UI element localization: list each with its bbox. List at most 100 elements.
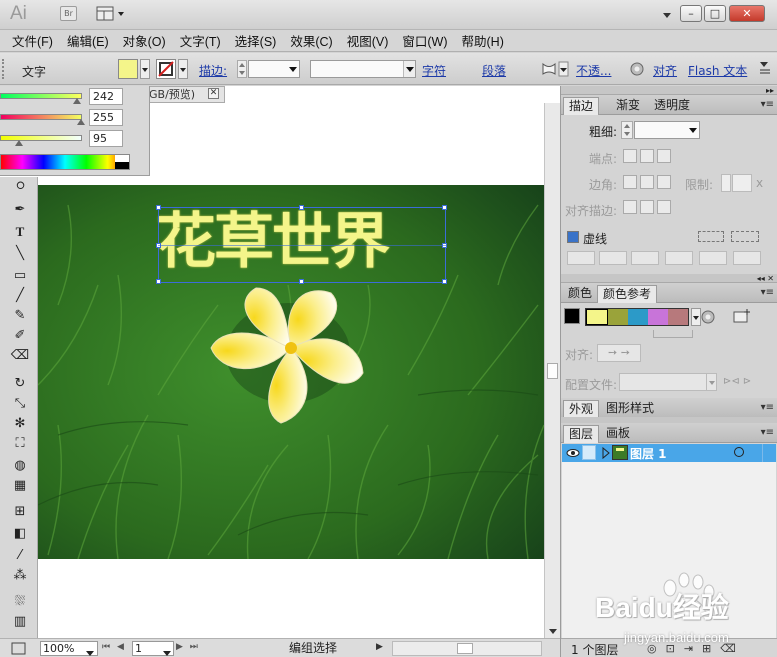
- rotate-tool-icon[interactable]: ↻: [10, 375, 30, 393]
- edit-colors-icon[interactable]: [699, 308, 717, 329]
- envelope-icon[interactable]: [540, 61, 570, 80]
- grass-flower-artwork[interactable]: 花草世界: [38, 185, 544, 559]
- align-outside-button[interactable]: [657, 200, 671, 214]
- save-swatch-group-icon[interactable]: [733, 308, 751, 327]
- control-panel-menu-icon[interactable]: [758, 60, 772, 79]
- blue-slider-thumb[interactable]: [15, 140, 23, 146]
- expand-arrow-icon[interactable]: [601, 446, 611, 463]
- layers-menu-icon[interactable]: ▾≡: [761, 427, 774, 438]
- horizontal-scrollbar[interactable]: [392, 641, 542, 656]
- color-panel-collapse-bar[interactable]: ◂◂ ✕: [561, 274, 777, 283]
- stroke-dropdown[interactable]: [178, 59, 188, 79]
- flash-text-link[interactable]: Flash 文本: [688, 62, 747, 79]
- mesh-tool-icon[interactable]: ⊞: [10, 503, 30, 521]
- tab-transparency[interactable]: 透明度: [649, 97, 695, 115]
- harmony-swatches[interactable]: [585, 308, 689, 326]
- type-tool-icon[interactable]: T: [10, 223, 30, 241]
- warp-tool-icon[interactable]: ✻: [10, 415, 30, 433]
- round-cap-button[interactable]: [640, 149, 654, 163]
- color-guide-menu-icon[interactable]: ▾≡: [761, 287, 774, 298]
- visibility-eye-icon[interactable]: [566, 446, 580, 463]
- layer-name[interactable]: 图层 1: [630, 445, 667, 462]
- artboard-nav-icon[interactable]: [8, 641, 30, 656]
- paintbrush-tool-icon[interactable]: ╱: [10, 287, 30, 305]
- blob-brush-tool-icon[interactable]: ✐: [10, 327, 30, 345]
- symbol-sprayer-tool-icon[interactable]: ⛆: [10, 593, 30, 611]
- menu-type[interactable]: 文字(T): [180, 31, 221, 50]
- font-family-dropdown[interactable]: [310, 60, 416, 78]
- stroke-weight-stepper[interactable]: [237, 60, 247, 78]
- tab-color[interactable]: 颜色: [563, 285, 597, 303]
- dash-gap-fields[interactable]: [567, 251, 767, 265]
- shape-builder-tool-icon[interactable]: ◍: [10, 457, 30, 475]
- artboard-dropdown-arrow[interactable]: [163, 646, 171, 657]
- tab-artboards[interactable]: 画板: [601, 425, 635, 443]
- zoom-dropdown-arrow[interactable]: [86, 646, 94, 657]
- vertical-scrollbar[interactable]: [544, 103, 560, 638]
- collapse-icon[interactable]: ▸▸: [766, 86, 774, 95]
- tab-appearance[interactable]: 外观: [563, 400, 600, 418]
- dashed-line-checkbox[interactable]: [567, 231, 579, 243]
- green-value-input[interactable]: 255: [89, 109, 123, 126]
- free-transform-tool-icon[interactable]: ⛶: [10, 435, 30, 453]
- collapse-icon[interactable]: ◂◂ ✕: [757, 274, 774, 283]
- base-color-swatch[interactable]: [564, 308, 580, 324]
- square-cap-button[interactable]: [657, 149, 671, 163]
- dash-preset-1[interactable]: [698, 231, 724, 242]
- stroke-panel-menu-icon[interactable]: ▾≡: [761, 99, 774, 110]
- align-link[interactable]: 对齐: [653, 62, 677, 79]
- limit-stepper[interactable]: [721, 174, 731, 192]
- tab-stroke[interactable]: 描边: [563, 97, 600, 115]
- weight-stepper[interactable]: [621, 121, 633, 139]
- scroll-down-icon[interactable]: [548, 625, 558, 639]
- opacity-link[interactable]: 不透...: [576, 62, 611, 79]
- recolor-icon[interactable]: [628, 60, 646, 81]
- menu-file[interactable]: 文件(F): [12, 31, 53, 50]
- fill-dropdown[interactable]: [140, 59, 150, 79]
- blue-slider[interactable]: [0, 135, 82, 141]
- rectangle-tool-icon[interactable]: ▭: [10, 267, 30, 285]
- bevel-join-button[interactable]: [657, 175, 671, 189]
- align-center-button[interactable]: [623, 200, 637, 214]
- config-dropdown[interactable]: [619, 373, 717, 391]
- eyedropper-tool-icon[interactable]: ⁄: [10, 547, 30, 565]
- character-link[interactable]: 字符: [422, 62, 446, 79]
- pencil-tool-icon[interactable]: ✎: [10, 307, 30, 325]
- miter-join-button[interactable]: [623, 175, 637, 189]
- red-slider-thumb[interactable]: [73, 98, 81, 104]
- bridge-button[interactable]: Br: [60, 6, 77, 21]
- align-inside-button[interactable]: [640, 200, 654, 214]
- playback-icons[interactable]: ⊳⊲ ⊳: [723, 376, 751, 387]
- document-tab-close-icon[interactable]: ✕: [208, 88, 219, 99]
- limit-input[interactable]: [732, 174, 752, 192]
- workspace-dropdown-icon[interactable]: [662, 9, 672, 23]
- close-button[interactable]: ✕: [729, 5, 765, 22]
- tab-graphic-styles[interactable]: 图形样式: [601, 400, 659, 418]
- layer-lock-toggle[interactable]: [582, 445, 596, 460]
- minimize-button[interactable]: –: [680, 5, 702, 22]
- weight-dropdown[interactable]: [634, 121, 700, 139]
- perspective-grid-tool-icon[interactable]: ▦: [10, 477, 30, 495]
- first-prev-icons[interactable]: ⏮ ◀: [102, 642, 126, 652]
- lasso-tool-icon[interactable]: ഠ: [10, 177, 30, 195]
- tab-color-guide[interactable]: 颜色参考: [597, 285, 658, 303]
- selection-indicator[interactable]: [762, 444, 774, 462]
- menu-effect[interactable]: 效果(C): [290, 31, 332, 50]
- menu-help[interactable]: 帮助(H): [462, 31, 504, 50]
- fill-swatch[interactable]: [118, 59, 138, 79]
- arrange-documents-button[interactable]: [96, 6, 126, 22]
- tab-gradient[interactable]: 渐变: [611, 97, 645, 115]
- scale-tool-icon[interactable]: ⤡: [10, 395, 30, 413]
- menu-object[interactable]: 对象(O): [123, 31, 166, 50]
- butt-cap-button[interactable]: [623, 149, 637, 163]
- layer-row[interactable]: 图层 1: [562, 444, 776, 462]
- stroke-link[interactable]: 描边:: [199, 62, 227, 79]
- stroke-weight-dropdown[interactable]: [248, 60, 300, 78]
- paragraph-link[interactable]: 段落: [482, 62, 506, 79]
- align-buttons[interactable]: ➙ ➙: [597, 344, 641, 362]
- menu-window[interactable]: 窗口(W): [402, 31, 447, 50]
- green-slider-thumb[interactable]: [77, 119, 85, 125]
- red-value-input[interactable]: 242: [89, 88, 123, 105]
- control-bar-grip[interactable]: [2, 59, 5, 79]
- target-icon[interactable]: [734, 447, 744, 457]
